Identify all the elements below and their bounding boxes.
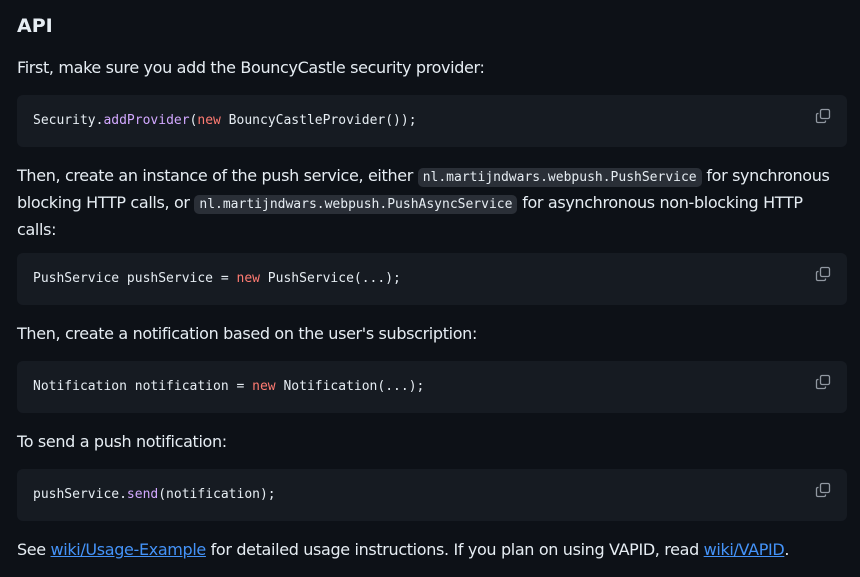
code-block-add-provider: Security.addProvider(new BouncyCastlePro… bbox=[17, 95, 847, 147]
code-send: pushService.send(notification); bbox=[33, 487, 276, 502]
copy-icon[interactable] bbox=[815, 108, 831, 124]
copy-icon[interactable] bbox=[815, 266, 831, 282]
code-block-send: pushService.send(notification); bbox=[17, 469, 847, 521]
send-paragraph: To send a push notification: bbox=[17, 432, 227, 451]
inline-code-push-service: nl.martijndwars.webpush.PushService bbox=[417, 168, 702, 187]
notification-paragraph: Then, create a notification based on the… bbox=[17, 324, 477, 343]
usage-example-link[interactable]: wiki/Usage-Example bbox=[51, 540, 207, 559]
inline-code-push-async-service: nl.martijndwars.webpush.PushAsyncService bbox=[194, 195, 518, 214]
intro-paragraph: First, make sure you add the BouncyCastl… bbox=[17, 58, 485, 77]
code-notification: Notification notification = new Notifica… bbox=[33, 379, 425, 394]
push-service-paragraph: Then, create an instance of the push ser… bbox=[17, 166, 830, 239]
code-block-push-service: PushService pushService = new PushServic… bbox=[17, 253, 847, 305]
copy-icon[interactable] bbox=[815, 482, 831, 498]
code-add-provider: Security.addProvider(new BouncyCastlePro… bbox=[33, 113, 417, 128]
code-push-service: PushService pushService = new PushServic… bbox=[33, 271, 401, 286]
vapid-link[interactable]: wiki/VAPID bbox=[704, 540, 785, 559]
code-block-notification: Notification notification = new Notifica… bbox=[17, 361, 847, 413]
usage-paragraph: See wiki/Usage-Example for detailed usag… bbox=[17, 540, 790, 559]
copy-icon[interactable] bbox=[815, 374, 831, 390]
section-heading: API bbox=[17, 15, 53, 37]
readme-api-section: API First, make sure you add the BouncyC… bbox=[0, 0, 860, 577]
